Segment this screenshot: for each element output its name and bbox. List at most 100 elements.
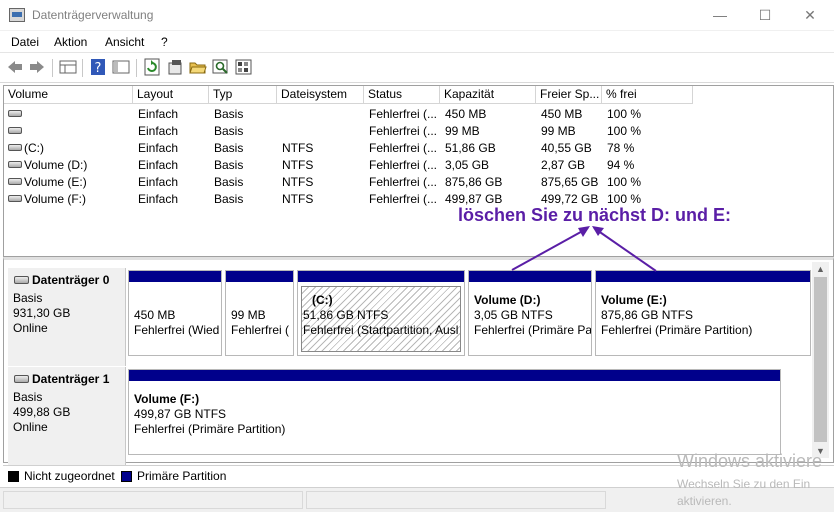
scroll-thumb[interactable]: [814, 277, 827, 442]
search-disk-icon[interactable]: [212, 58, 230, 76]
volume-free-space: 875,65 GB: [541, 175, 599, 189]
menu-aktion[interactable]: Aktion: [54, 35, 87, 49]
volume-capacity: 3,05 GB: [445, 158, 490, 172]
disk-view-scrollbar[interactable]: ▲ ▼: [812, 262, 829, 458]
volume-row[interactable]: Einfach Basis Fehlerfrei (... 450 MB 450…: [4, 105, 833, 122]
partition-status: Fehlerfrei (: [231, 323, 290, 337]
menu-help[interactable]: ?: [161, 35, 168, 49]
volume-percent-free: 78 %: [607, 141, 635, 155]
legend-unallocated-label: Nicht zugeordnet: [24, 469, 115, 483]
properties-icon[interactable]: [166, 58, 184, 76]
volume-status: Fehlerfrei (...: [369, 192, 438, 206]
column-header-freier-speicher[interactable]: Freier Sp...: [536, 86, 602, 104]
toolbar-separator: [82, 59, 83, 77]
drive-icon: [8, 144, 22, 151]
close-button[interactable]: ✕: [790, 4, 830, 26]
volume-type: Basis: [214, 141, 244, 155]
partition-title: Volume (F:): [134, 392, 200, 406]
disk-graphical-view: Datenträger 0 Basis 931,30 GB Online 450…: [3, 257, 834, 465]
title-bar: Datenträgerverwaltung — ☐ ✕: [0, 0, 834, 31]
disk-1-type: Basis: [13, 390, 43, 404]
partition-size: 875,86 GB NTFS: [601, 308, 694, 322]
volume-capacity: 51,86 GB: [445, 141, 496, 155]
disk-0-label[interactable]: Datenträger 0 Basis 931,30 GB Online: [8, 268, 126, 366]
volume-free-space: 40,55 GB: [541, 141, 592, 155]
partition-bar: [226, 271, 293, 282]
volume-row[interactable]: (C:) Einfach Basis NTFS Fehlerfrei (... …: [4, 139, 833, 156]
back-arrow-icon[interactable]: [6, 58, 24, 76]
disk-list-icon[interactable]: [59, 58, 77, 76]
volume-capacity: 499,87 GB: [445, 192, 503, 206]
annotation-text: löschen Sie zu nächst D: und E:: [458, 205, 732, 225]
volume-layout: Einfach: [138, 175, 179, 189]
volume-row[interactable]: Volume (E:) Einfach Basis NTFS Fehlerfre…: [4, 173, 833, 190]
disk-1-label[interactable]: Datenträger 1 Basis 499,88 GB Online: [8, 367, 126, 465]
volume-row[interactable]: Volume (D:) Einfach Basis NTFS Fehlerfre…: [4, 156, 833, 173]
column-header-layout[interactable]: Layout: [133, 86, 209, 104]
menu-bar: Datei Aktion Ansicht ?: [0, 31, 834, 53]
volume-name: Volume (E:): [24, 175, 87, 189]
menu-datei[interactable]: Datei: [11, 35, 39, 49]
volume-filesystem: NTFS: [282, 175, 314, 189]
refresh-icon[interactable]: [143, 58, 161, 76]
partition-status: Fehlerfrei (Primäre Partition): [601, 323, 753, 337]
svg-text:?: ?: [95, 61, 102, 76]
partition-bar: [298, 271, 464, 282]
volume-layout: Einfach: [138, 107, 179, 121]
partition-bar: [129, 370, 780, 381]
partition-recovery[interactable]: 450 MB Fehlerfrei (Wied: [128, 270, 222, 356]
volume-capacity: 99 MB: [445, 124, 480, 138]
partition-f[interactable]: Volume (F:) 499,87 GB NTFS Fehlerfrei (P…: [128, 369, 781, 455]
disk-icon: [14, 375, 29, 383]
window-title: Datenträgerverwaltung: [32, 8, 154, 22]
activation-watermark-title: Windows aktiviere: [677, 451, 823, 471]
legend-unallocated-swatch: [8, 471, 19, 482]
partition-c[interactable]: (C:) 51,86 GB NTFS Fehlerfrei (Startpart…: [297, 270, 465, 356]
column-header-typ[interactable]: Typ: [209, 86, 277, 104]
status-segment: [306, 491, 606, 509]
volume-status: Fehlerfrei (...: [369, 124, 438, 138]
help-icon[interactable]: ?: [89, 58, 107, 76]
partition-status: Fehlerfrei (Startpartition, Ausl: [303, 323, 459, 337]
forward-arrow-icon[interactable]: [28, 58, 46, 76]
partition-size: 450 MB: [134, 308, 176, 322]
volume-status: Fehlerfrei (...: [369, 141, 438, 155]
drive-icon: [8, 110, 22, 117]
column-header-volume[interactable]: Volume: [4, 86, 133, 104]
disk-0-size: 931,30 GB: [13, 306, 71, 320]
disk-1-size: 499,88 GB: [13, 405, 71, 419]
drive-icon: [8, 127, 22, 134]
volume-layout: Einfach: [138, 158, 179, 172]
drive-icon: [8, 161, 22, 168]
partition-efi[interactable]: 99 MB Fehlerfrei (: [225, 270, 294, 356]
drive-icon: [8, 178, 22, 185]
open-folder-icon[interactable]: [189, 58, 207, 76]
volume-free-space: 2,87 GB: [541, 158, 586, 172]
maximize-button[interactable]: ☐: [745, 4, 785, 26]
volume-filesystem: NTFS: [282, 158, 314, 172]
partition-status: Fehlerfrei (Primäre Partition): [134, 422, 286, 436]
column-header-status[interactable]: Status: [364, 86, 440, 104]
volume-status: Fehlerfrei (...: [369, 175, 438, 189]
disk-icon: [14, 276, 29, 284]
disk-1-name: Datenträger 1: [32, 372, 110, 386]
volume-percent-free: 100 %: [607, 124, 642, 138]
partition-e[interactable]: Volume (E:) 875,86 GB NTFS Fehlerfrei (P…: [595, 270, 811, 356]
minimize-button[interactable]: —: [700, 4, 740, 26]
column-header-prozent-frei[interactable]: % frei: [602, 86, 693, 104]
disk-1-state: Online: [13, 420, 48, 434]
volume-row[interactable]: Einfach Basis Fehlerfrei (... 99 MB 99 M…: [4, 122, 833, 139]
volume-list[interactable]: Volume Layout Typ Dateisystem Status Kap…: [3, 85, 834, 257]
scroll-up-icon[interactable]: ▲: [812, 262, 829, 276]
volume-type: Basis: [214, 124, 244, 138]
partition-title: Volume (D:): [474, 293, 541, 307]
column-header-dateisystem[interactable]: Dateisystem: [277, 86, 364, 104]
menu-ansicht[interactable]: Ansicht: [105, 35, 144, 49]
rescan-icon[interactable]: [235, 58, 253, 76]
partition-d[interactable]: Volume (D:) 3,05 GB NTFS Fehlerfrei (Pri…: [468, 270, 592, 356]
console-tree-icon[interactable]: [112, 58, 130, 76]
volume-capacity: 875,86 GB: [445, 175, 503, 189]
column-header-kapazitaet[interactable]: Kapazität: [440, 86, 536, 104]
disk-0-state: Online: [13, 321, 48, 335]
activation-watermark-text: Wechseln Sie zu den Ein aktivieren.: [677, 476, 810, 510]
